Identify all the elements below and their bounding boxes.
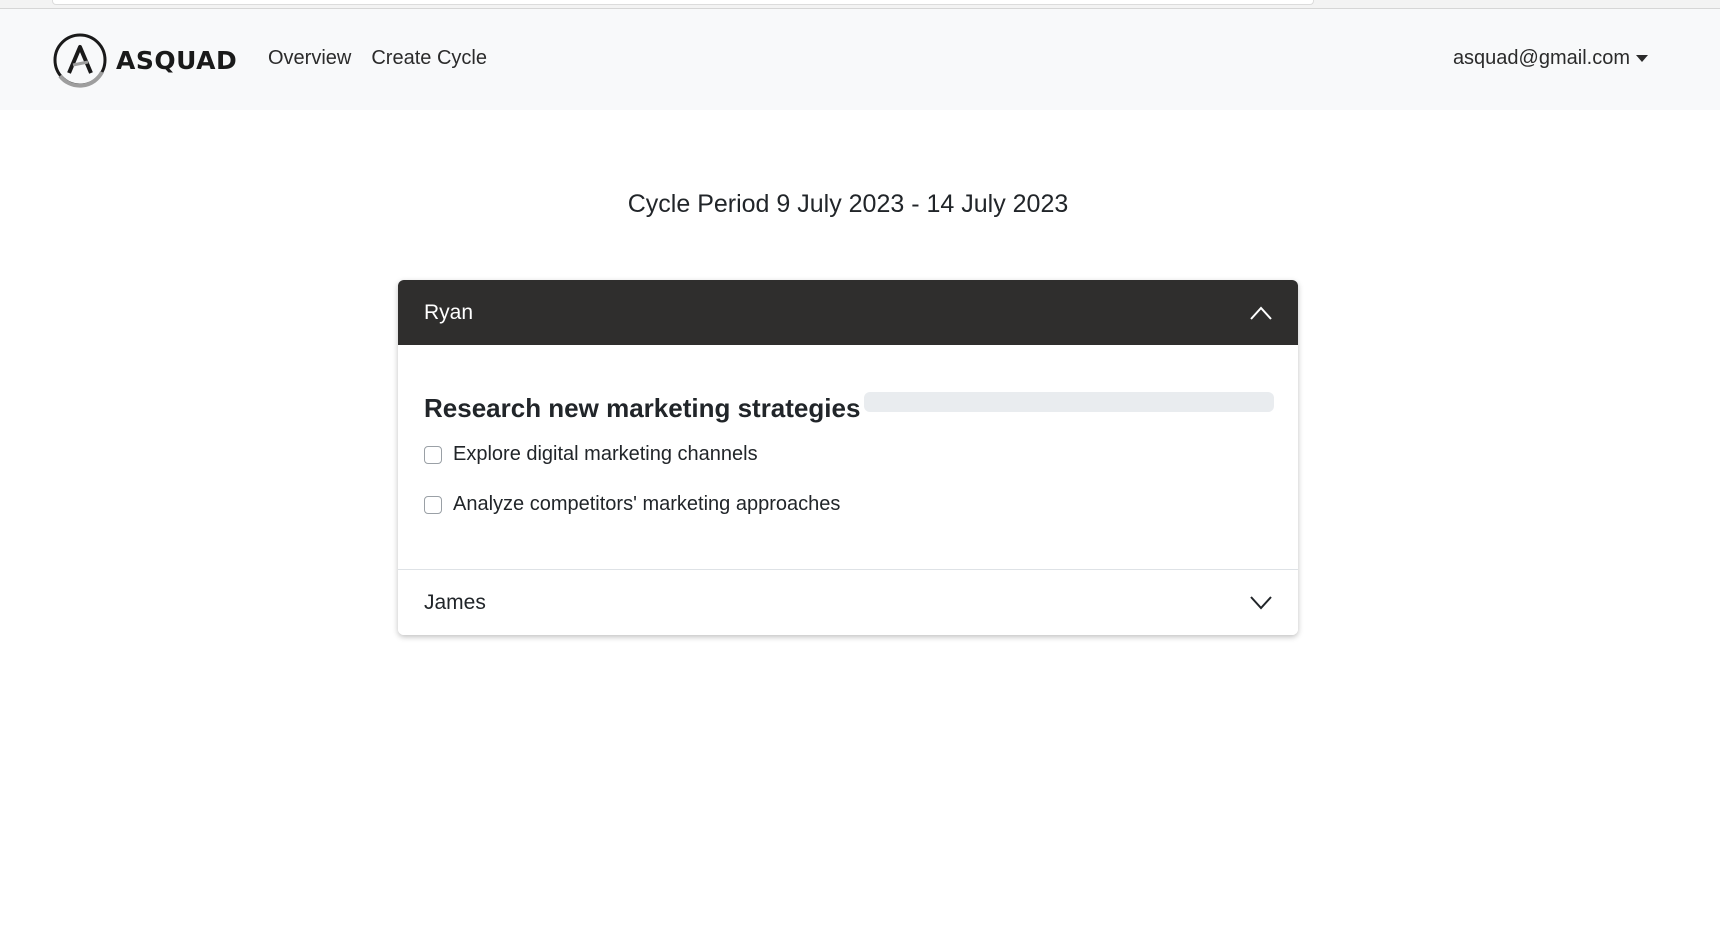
- member-name: Ryan: [424, 300, 474, 324]
- task-label: Explore digital marketing channels: [453, 443, 758, 465]
- chevron-up-icon: [1250, 306, 1272, 320]
- brand-name: ASQUAD: [116, 45, 238, 75]
- page-title: Cycle Period 9 July 2023 - 14 July 2023: [627, 190, 1069, 218]
- brand-logo[interactable]: ASQUAD: [52, 32, 237, 88]
- chevron-down-icon: [1250, 595, 1272, 609]
- task-row[interactable]: Explore digital marketing channels: [424, 443, 758, 466]
- accordion-header-ryan[interactable]: Ryan: [398, 280, 1298, 345]
- nav-link-overview[interactable]: Overview: [268, 47, 351, 70]
- member-name: James: [424, 590, 486, 614]
- user-menu-dropdown[interactable]: asquad@gmail.com: [1453, 47, 1648, 70]
- member-accordion: Ryan Research new marketing strategies E…: [398, 280, 1298, 635]
- browser-top-strip: [0, 0, 1720, 9]
- accordion-body-ryan: Research new marketing strategies Explor…: [398, 345, 1298, 569]
- task-checkbox[interactable]: [424, 445, 442, 464]
- goal-progress-bar: [864, 392, 1274, 412]
- user-email: asquad@gmail.com: [1452, 47, 1630, 69]
- task-checkbox[interactable]: [424, 495, 442, 514]
- goal-title: Research new marketing strategies: [424, 393, 861, 423]
- navbar: ASQUAD Overview Create Cycle asquad@gmai…: [0, 9, 1720, 110]
- nav-link-create-cycle[interactable]: Create Cycle: [371, 47, 487, 70]
- horizontal-scrollbar[interactable]: [52, 0, 1314, 5]
- caret-down-icon: [1636, 55, 1648, 62]
- task-row[interactable]: Analyze competitors' marketing approache…: [424, 493, 840, 516]
- accordion-header-james[interactable]: James: [398, 570, 1298, 635]
- asquad-logo-icon: [53, 33, 107, 88]
- nav-links: Overview Create Cycle: [268, 47, 487, 70]
- accordion-item-james: James: [398, 570, 1298, 635]
- accordion-item-ryan: Ryan Research new marketing strategies E…: [398, 280, 1298, 570]
- task-label: Analyze competitors' marketing approache…: [453, 493, 841, 515]
